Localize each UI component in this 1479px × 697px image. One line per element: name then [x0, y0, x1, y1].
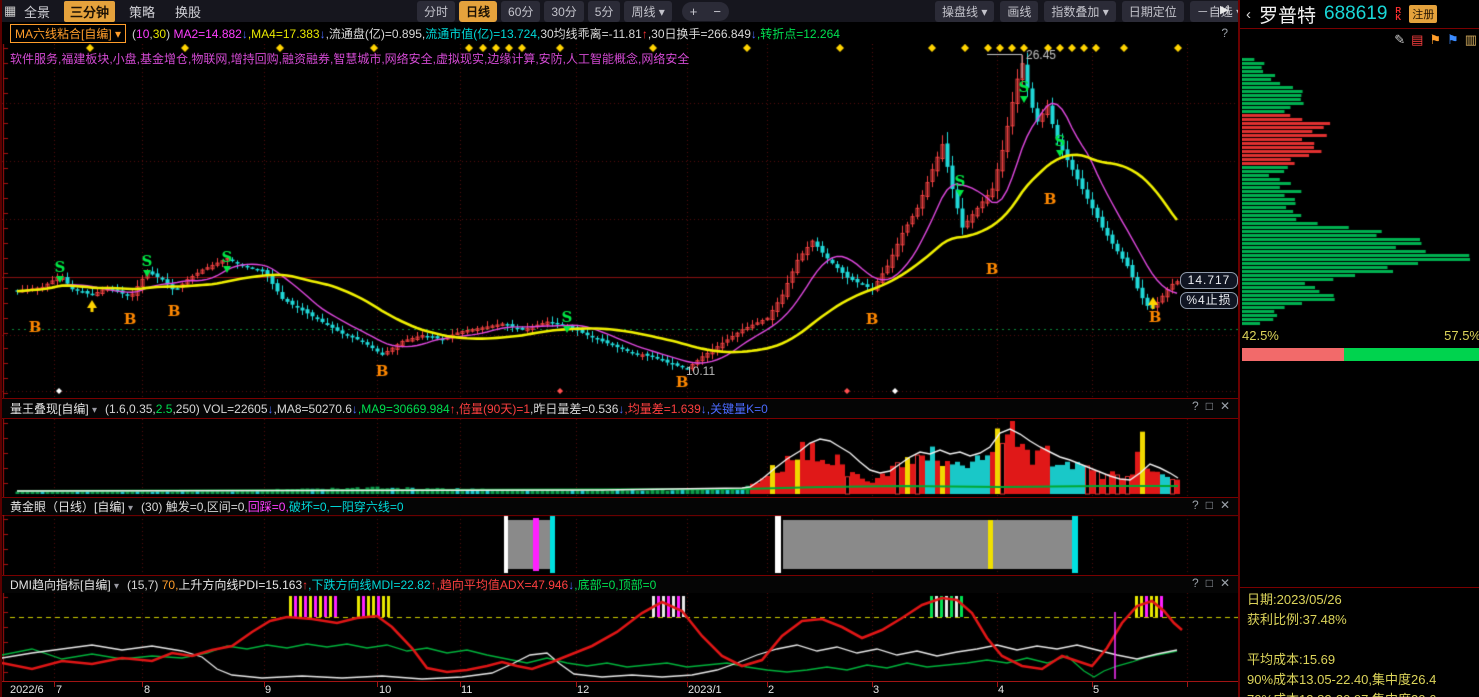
- view-tab-three-min[interactable]: 三分钟: [64, 1, 115, 22]
- zoom-out-button[interactable]: −: [705, 2, 729, 21]
- main-chart-canvas[interactable]: [2, 44, 1238, 398]
- chip-ratio-bar: [1242, 348, 1479, 361]
- ratio-red-segment: [1242, 348, 1344, 361]
- help-icon[interactable]: ?: [1192, 399, 1199, 413]
- chart-tools-group: 操盘线 ▾画线指数叠加 ▾日期定位－自选 ▾: [935, 1, 1249, 22]
- volume-pane-header: 量王叠现[自编] ▾ (1.6,0.35,2.5,250) VOL=22605↓…: [2, 398, 1238, 418]
- chip-info-line: 平均成本:15.69: [1247, 650, 1479, 670]
- chip-ratio-labels: 42.5% 57.5%: [1242, 328, 1479, 343]
- chip-info-block: 日期:2023/05/26获利比例:37.48% 平均成本:15.6990%成本1…: [1247, 590, 1479, 697]
- main-indicator-values: (10,30) MA2=14.882↓,MA4=17.383↓,流通盘(亿)=0…: [132, 25, 840, 42]
- back-chevron-icon[interactable]: ‹: [1246, 6, 1251, 23]
- x-axis: 2022/6 7 8 9 10 11 12 2023/1 2 3 4 5: [2, 681, 1238, 697]
- stock-code: 688619: [1324, 3, 1387, 25]
- x-axis-label: 12: [577, 684, 589, 696]
- x-axis-label: 4: [998, 684, 1004, 696]
- x-axis-tick: [377, 682, 378, 687]
- period-tab-fenshi[interactable]: 分时: [417, 1, 455, 22]
- x-axis-tick: [142, 682, 143, 687]
- volume-indicator-values: (1.6,0.35,2.5,250) VOL=22605↓,MA8=50270.…: [105, 400, 768, 417]
- chip-info-line: [1247, 630, 1479, 650]
- profit-pct-right: 57.5%: [1444, 328, 1479, 343]
- goldeneye-indicator-selector[interactable]: 黄金眼（日线）[自编] ▾: [10, 498, 133, 515]
- stock-info-panel: ‹ 罗普特 688619 RK 注册 ✎ ▤ ⚑ ⚑ ▥ 42.5% 57.5% 日期:…: [1238, 0, 1479, 697]
- volume-pane-canvas[interactable]: [2, 418, 1238, 498]
- main-indicator-bar: MA六线粘合[自编] ▾ (10,30) MA2=14.882↓,MA4=17.…: [2, 22, 1238, 44]
- panel-divider: [1240, 587, 1479, 588]
- tool-trade-line[interactable]: 操盘线 ▾: [935, 1, 994, 22]
- tool-index-overlay[interactable]: 指数叠加 ▾: [1044, 1, 1115, 22]
- close-icon[interactable]: ✕: [1220, 399, 1230, 413]
- maximize-icon[interactable]: □: [1206, 399, 1213, 413]
- maximize-icon[interactable]: □: [1206, 576, 1213, 590]
- close-icon[interactable]: ✕: [1220, 498, 1230, 512]
- stock-header: ‹ 罗普特 688619 RK 注册: [1240, 0, 1479, 29]
- main-indicator-selector[interactable]: MA六线粘合[自编] ▾: [10, 24, 126, 43]
- dmi-indicator-selector[interactable]: DMI趋向指标[自编] ▾: [10, 576, 119, 593]
- maximize-icon[interactable]: □: [1206, 498, 1213, 512]
- stock-name: 罗普特: [1259, 1, 1316, 28]
- period-tab-daily[interactable]: 日线: [459, 1, 497, 22]
- x-axis-label: 2: [768, 684, 774, 696]
- trading-app-window: ▦ 全景三分钟策略换股 分时日线60分30分5分周线 ▾ +− 操盘线 ▾ 画线指数…: [0, 0, 1479, 697]
- kline-list-icon[interactable]: ▤: [1411, 32, 1423, 48]
- chip-info-line: 90%成本13.05-22.40,集中度26.4: [1247, 670, 1479, 690]
- chip-info-line: 日期:2023/05/26: [1247, 590, 1479, 610]
- panel-icon-row: ✎ ▤ ⚑ ⚑ ▥: [1394, 32, 1477, 48]
- flag-orange-icon[interactable]: ⚑: [1429, 32, 1441, 48]
- collapse-panel-icon[interactable]: ▶|: [1220, 3, 1227, 16]
- rk-flag: RK: [1395, 7, 1401, 21]
- zoom-in-button[interactable]: +: [682, 2, 706, 21]
- chip-info-line: 获利比例:37.48%: [1247, 610, 1479, 630]
- tool-date-locate[interactable]: 日期定位: [1122, 1, 1184, 22]
- x-axis-label: 2023/1: [688, 684, 722, 696]
- chip-info-line: 70%成本13.82-20.97,集中度20.6: [1247, 690, 1479, 697]
- top-toolbar: ▦ 全景三分钟策略换股 分时日线60分30分5分周线 ▾ +− 操盘线 ▾ 画线指数…: [2, 0, 1238, 22]
- x-axis-label: 3: [873, 684, 879, 696]
- flag-blue-icon[interactable]: ⚑: [1447, 32, 1459, 48]
- x-axis-tick: [1187, 682, 1188, 687]
- folder-icon[interactable]: ▥: [1465, 32, 1477, 48]
- goldeneye-indicator-values: (30) 触发=0,区间=0,回踩=0,破坏=0,一阳穿六线=0: [141, 498, 403, 515]
- volume-indicator-selector[interactable]: 量王叠现[自编] ▾: [10, 400, 97, 417]
- goldeneye-pane-canvas[interactable]: [2, 515, 1238, 575]
- period-tab-5min[interactable]: 5分: [588, 1, 621, 22]
- x-axis-label: 10: [379, 684, 391, 696]
- x-axis-label: 9: [265, 684, 271, 696]
- dmi-indicator-values: (15,7) 70,上升方向线PDI=15.163↑,下跌方向线MDI=22.8…: [127, 576, 656, 593]
- edit-pencil-icon[interactable]: ✎: [1394, 32, 1405, 48]
- ratio-green-segment: [1344, 348, 1479, 361]
- dmi-pane-canvas[interactable]: [2, 593, 1238, 681]
- period-tab-group: 分时日线60分30分5分周线 ▾ +−: [417, 1, 729, 22]
- register-badge[interactable]: 注册: [1409, 5, 1437, 23]
- period-tab-weekly[interactable]: 周线 ▾: [624, 1, 671, 22]
- x-axis-tick: [54, 682, 55, 687]
- chip-distribution-canvas: [1242, 55, 1479, 327]
- zoom-pill: +−: [682, 2, 729, 21]
- view-tab-group: 全景三分钟策略换股: [18, 0, 207, 22]
- view-tab-strategy[interactable]: 策略: [123, 1, 161, 22]
- period-tab-30min[interactable]: 30分: [544, 1, 583, 22]
- low-price-annotation: 10.11: [686, 364, 715, 378]
- view-tab-switch-stock[interactable]: 换股: [169, 1, 207, 22]
- window-grid-icon[interactable]: ▦: [4, 3, 16, 19]
- x-axis-label: 7: [56, 684, 62, 696]
- x-axis-label: 2022/6: [10, 684, 44, 696]
- profit-pct-left: 42.5%: [1242, 328, 1279, 343]
- period-tab-60min[interactable]: 60分: [501, 1, 540, 22]
- view-tab-panorama[interactable]: 全景: [18, 1, 56, 22]
- help-icon[interactable]: ?: [1192, 498, 1199, 512]
- x-axis-label: 8: [144, 684, 150, 696]
- close-icon[interactable]: ✕: [1220, 576, 1230, 590]
- x-axis-label: 11: [461, 684, 472, 696]
- tool-draw-line[interactable]: 画线: [1000, 1, 1038, 22]
- last-price-label[interactable]: 14.717: [1180, 272, 1238, 289]
- help-icon[interactable]: ?: [1221, 26, 1228, 40]
- help-icon[interactable]: ?: [1192, 576, 1199, 590]
- goldeneye-pane-header: 黄金眼（日线）[自编] ▾ (30) 触发=0,区间=0,回踩=0,破坏=0,一…: [2, 497, 1238, 515]
- dmi-pane-header: DMI趋向指标[自编] ▾ (15,7) 70,上升方向线PDI=15.163↑…: [2, 575, 1238, 593]
- stop-loss-label[interactable]: %4止损: [1180, 292, 1238, 309]
- x-axis-label: 5: [1093, 684, 1099, 696]
